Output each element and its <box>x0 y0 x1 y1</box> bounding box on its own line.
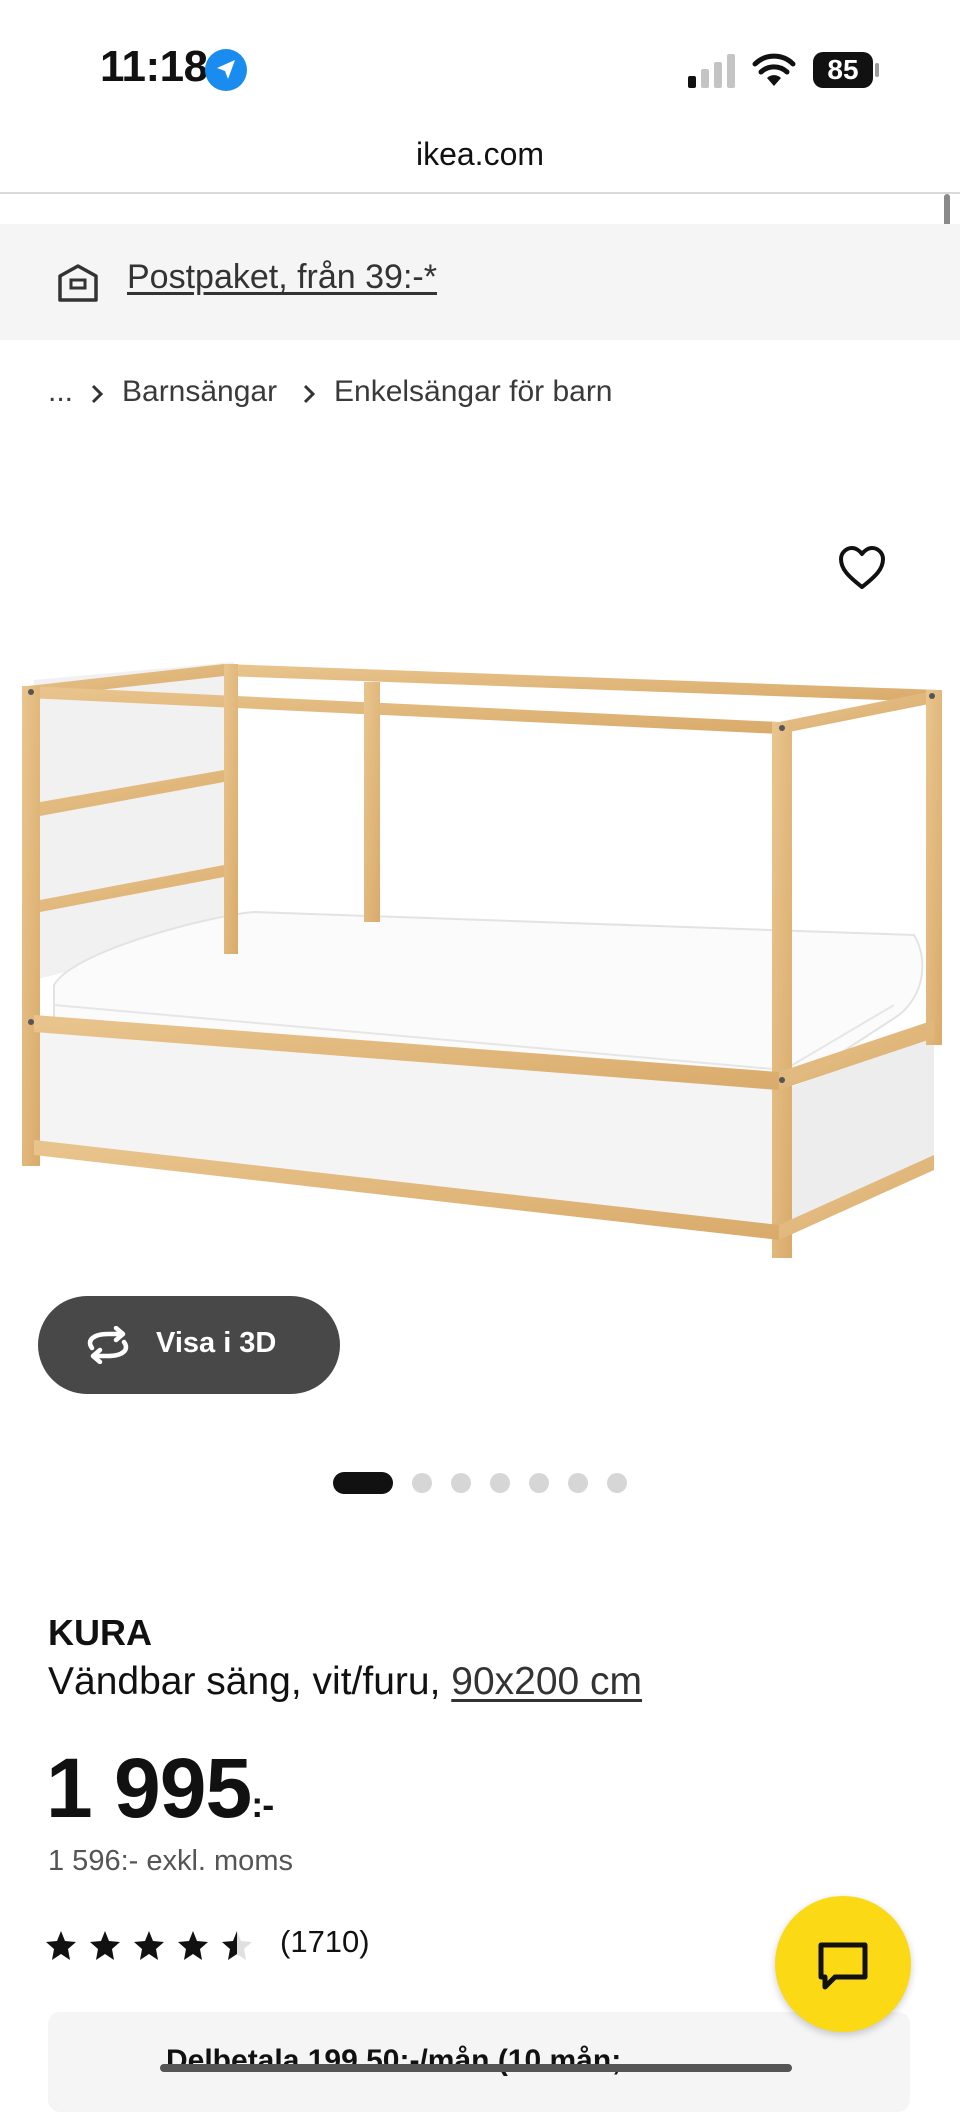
rating-stars[interactable] <box>46 1928 262 1964</box>
chevron-right-icon <box>91 384 104 404</box>
financing-text: Delbetala 199.50:-/mån (10 mån; <box>166 2044 622 2077</box>
view-3d-label: Visa i 3D <box>156 1327 277 1359</box>
cellular-signal-icon <box>688 54 735 88</box>
home-indicator <box>160 2064 792 2072</box>
price-excl-vat: 1 596:- exkl. moms <box>48 1845 293 1877</box>
wifi-icon <box>752 53 796 86</box>
carousel-dot[interactable] <box>333 1472 393 1494</box>
chat-icon <box>818 1942 868 1990</box>
product-description-text: Vändbar säng, vit/furu, <box>48 1660 452 1703</box>
carousel-dot[interactable] <box>490 1473 510 1493</box>
price-suffix: :- <box>251 1784 274 1825</box>
star-icon <box>178 1931 208 1960</box>
carousel-dot[interactable] <box>607 1473 627 1493</box>
status-time: 11:18 <box>100 42 208 91</box>
address-bar[interactable]: ikea.com <box>0 136 960 173</box>
divider <box>0 192 960 194</box>
chevron-right-icon <box>303 384 316 404</box>
carousel-indicator[interactable] <box>333 1471 633 1494</box>
carousel-dot[interactable] <box>451 1473 471 1493</box>
location-arrow-icon <box>205 49 247 91</box>
product-description: Vändbar säng, vit/furu, 90x200 cm <box>48 1660 642 1704</box>
star-icon <box>90 1931 120 1960</box>
heart-icon[interactable] <box>838 545 886 591</box>
battery-level: 85 <box>827 54 859 85</box>
carousel-dot[interactable] <box>529 1473 549 1493</box>
product-price: 1 995:- <box>46 1738 274 1855</box>
product-name: KURA <box>48 1612 152 1653</box>
rotate-icon <box>87 1326 129 1364</box>
breadcrumb-item[interactable]: Enkelsängar för barn <box>334 375 613 409</box>
carousel-dot[interactable] <box>412 1473 432 1493</box>
review-count[interactable]: (1710) <box>280 1924 370 1960</box>
price-value: 1 995 <box>46 1741 252 1835</box>
carousel-dot[interactable] <box>568 1473 588 1493</box>
star-icon <box>134 1931 164 1960</box>
parcel-icon <box>58 264 98 302</box>
delivery-link[interactable]: Postpaket, från 39:-* <box>127 258 437 297</box>
size-link[interactable]: 90x200 cm <box>451 1660 642 1703</box>
breadcrumb-more[interactable]: ... <box>48 375 73 409</box>
half-star-icon <box>222 1931 252 1960</box>
product-image[interactable] <box>14 650 952 1290</box>
breadcrumb-item[interactable]: Barnsängar <box>122 375 277 409</box>
star-icon <box>46 1931 76 1960</box>
